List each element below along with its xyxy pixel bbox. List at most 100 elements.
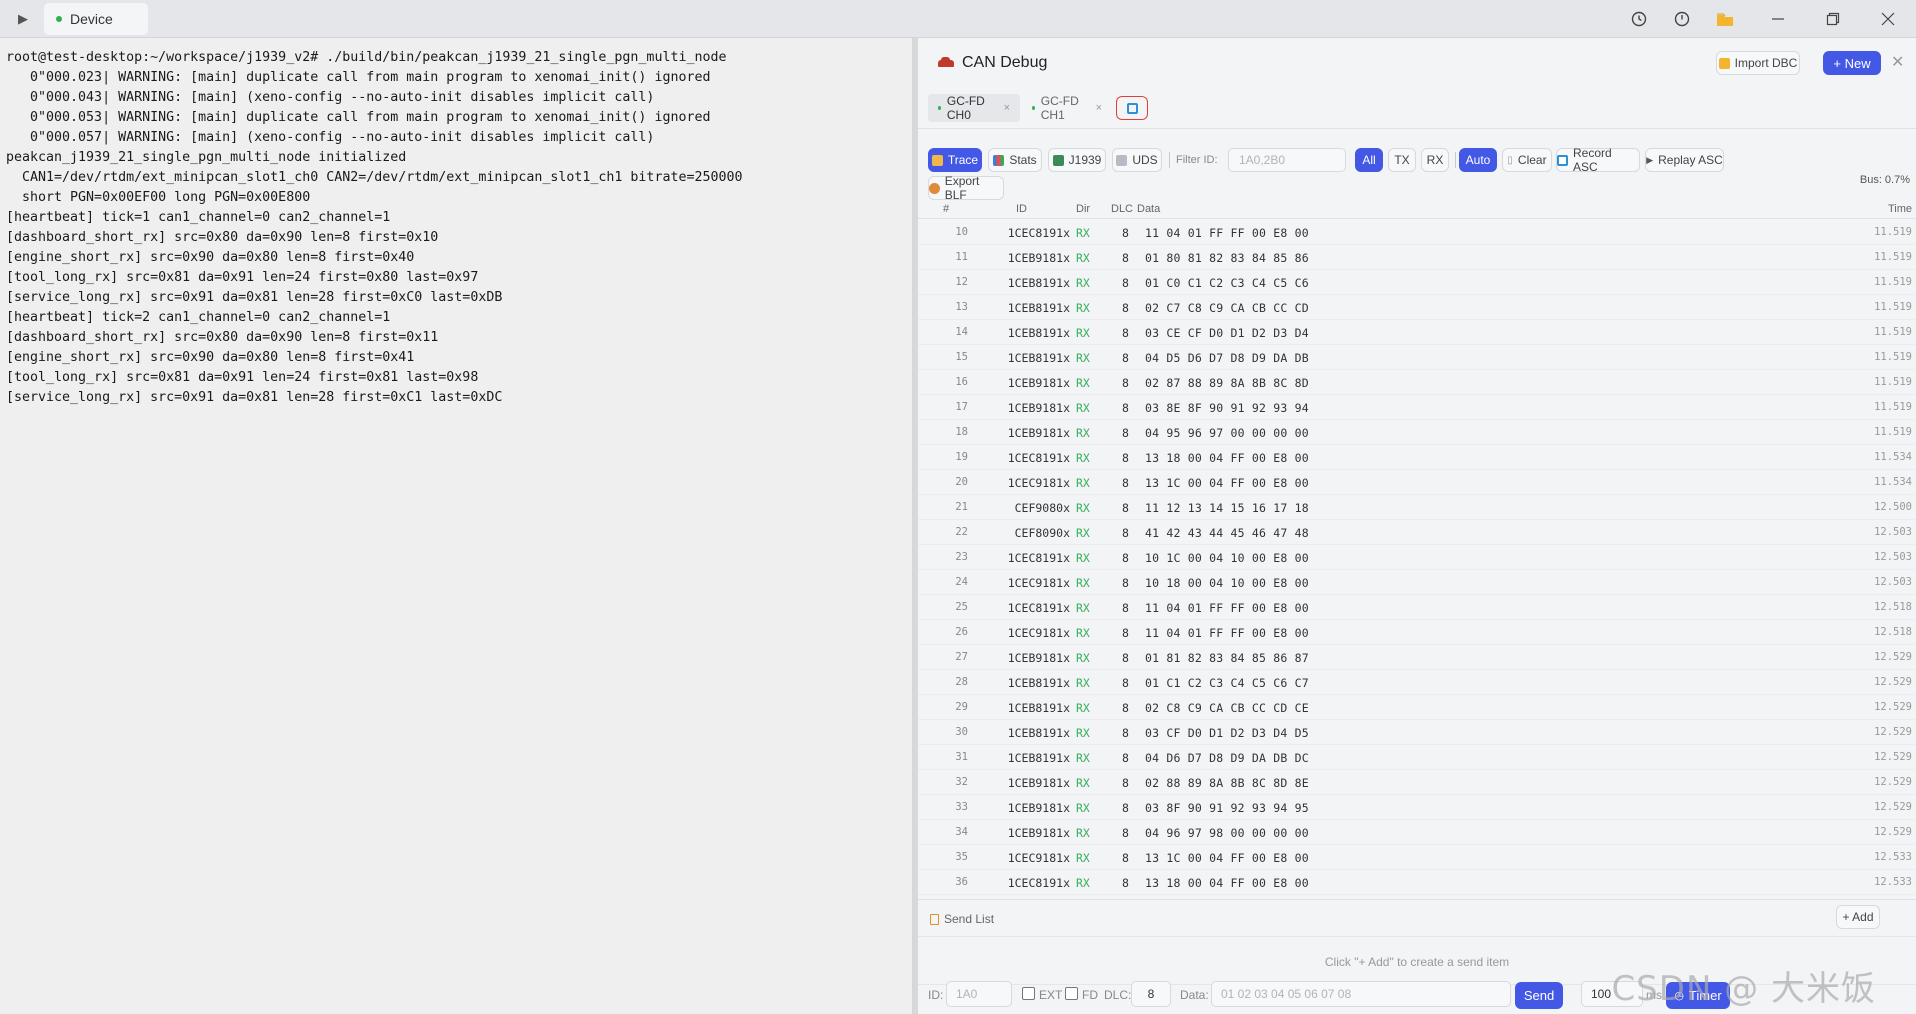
row-data: 01 C0 C1 C2 C3 C4 C5 C6 [1145, 276, 1309, 290]
row-id: 1CEB8191x [1007, 326, 1070, 340]
minimize-icon[interactable] [1767, 8, 1789, 30]
can-debug-panel: CAN Debug Import DBC + New ✕ GC-FD CH0 ×… [918, 38, 1916, 1014]
play-icon[interactable]: ▶ [14, 10, 32, 28]
table-row[interactable]: 19 1CEC8191x RX 8 13 18 00 04 FF 00 E8 00 11.… [918, 445, 1916, 470]
send-id-placeholder: 1A0 [956, 987, 978, 1001]
table-row[interactable]: 17 1CEB9181x RX 8 03 8E 8F 90 91 92 93 94 11.… [918, 395, 1916, 420]
col-id: ID [1016, 203, 1027, 215]
send-button[interactable]: Send [1515, 982, 1563, 1009]
data-label: Data: [1180, 988, 1209, 1002]
export-blf-button[interactable]: Export BLF [928, 174, 1004, 202]
close-tab-icon[interactable]: × [1096, 102, 1102, 114]
table-row[interactable]: 30 1CEB8191x RX 8 03 CF D0 D1 D2 D3 D4 D5 12.… [918, 720, 1916, 745]
send-id-input[interactable]: 1A0 [946, 981, 1012, 1007]
row-direction: RX [1076, 501, 1090, 515]
table-row[interactable]: 16 1CEB9181x RX 8 02 87 88 89 8A 8B 8C 8D 11.… [918, 370, 1916, 395]
clock-icon[interactable] [1671, 8, 1693, 30]
tab-device[interactable]: Device [44, 3, 148, 35]
row-id: 1CEC9181x [1007, 576, 1070, 590]
auto-scroll-button[interactable]: Auto [1459, 148, 1497, 172]
row-dlc: 8 [1122, 526, 1129, 540]
send-label: Send [1523, 988, 1555, 1003]
table-row[interactable]: 13 1CEB8191x RX 8 02 C7 C8 C9 CA CB CC CD 11.… [918, 295, 1916, 320]
close-icon[interactable] [1877, 8, 1899, 30]
row-direction: RX [1076, 526, 1090, 540]
table-row[interactable]: 36 1CEC8191x RX 8 13 18 00 04 FF 00 E8 00 12.… [918, 870, 1916, 895]
table-row[interactable]: 25 1CEC8191x RX 8 11 04 01 FF FF 00 E8 00 12.… [918, 595, 1916, 620]
row-dlc: 8 [1122, 801, 1129, 815]
import-dbc-button[interactable]: Import DBC [1716, 51, 1800, 75]
filter-id-input[interactable]: 1A0,2B0 [1228, 148, 1346, 172]
tab-gc-fd-ch0[interactable]: GC-FD CH0 × [928, 94, 1020, 122]
row-direction: RX [1076, 451, 1090, 465]
trace-label: Trace [947, 153, 979, 167]
table-row[interactable]: 35 1CEC9181x RX 8 13 1C 00 04 FF 00 E8 00 12.… [918, 845, 1916, 870]
row-dlc: 8 [1122, 651, 1129, 665]
new-button[interactable]: + New [1823, 51, 1881, 75]
row-number: 24 [955, 576, 968, 588]
period-value: 100 [1591, 987, 1612, 1001]
table-row[interactable]: 31 1CEB8191x RX 8 04 D6 D7 D8 D9 DA DB DC 12.… [918, 745, 1916, 770]
table-row[interactable]: 14 1CEB8191x RX 8 03 CE CF D0 D1 D2 D3 D4 11.… [918, 320, 1916, 345]
table-row[interactable]: 27 1CEB9181x RX 8 01 81 82 83 84 85 86 87 12.… [918, 645, 1916, 670]
trace-icon [931, 154, 943, 166]
timer-button[interactable]: ◷ Timer [1666, 982, 1730, 1009]
table-row[interactable]: 11 1CEB9181x RX 8 01 80 81 82 83 84 85 86 11.… [918, 245, 1916, 270]
stats-label: Stats [1009, 153, 1037, 167]
table-row[interactable]: 20 1CEC9181x RX 8 13 1C 00 04 FF 00 E8 00 11.… [918, 470, 1916, 495]
j1939-button[interactable]: J1939 [1048, 148, 1106, 172]
data-input[interactable]: 01 02 03 04 05 06 07 08 [1211, 981, 1511, 1007]
row-data: 01 81 82 83 84 85 86 87 [1145, 651, 1309, 665]
row-dlc: 8 [1122, 776, 1129, 790]
fd-checkbox[interactable] [1065, 987, 1078, 1000]
export-blf-label: Export BLF [944, 174, 980, 202]
row-number: 14 [955, 326, 968, 338]
dlc-input[interactable]: 8 [1131, 981, 1171, 1007]
trace-button[interactable]: Trace [928, 148, 982, 172]
terminal-line: 0"000.057| WARNING: [main] (xeno-config … [6, 130, 655, 145]
row-time: 12.529 [1874, 826, 1912, 838]
table-row[interactable]: 15 1CEB8191x RX 8 04 D5 D6 D7 D8 D9 DA DB 11.… [918, 345, 1916, 370]
replay-asc-button[interactable]: ▶ Replay ASC [1645, 148, 1724, 172]
terminal-line: 0"000.043| WARNING: [main] (xeno-config … [6, 90, 655, 105]
table-row[interactable]: 21 CEF9080x RX 8 11 12 13 14 15 16 17 18 12.5… [918, 495, 1916, 520]
trace-table-body[interactable]: 10 1CEC8191x RX 8 11 04 01 FF FF 00 E8 00 11.… [918, 220, 1916, 935]
uds-button[interactable]: UDS [1112, 148, 1162, 172]
row-direction: RX [1076, 276, 1090, 290]
period-input[interactable]: 100 [1581, 981, 1643, 1007]
row-data: 01 C1 C2 C3 C4 C5 C6 C7 [1145, 676, 1309, 690]
record-asc-button[interactable]: Record ASC [1556, 146, 1640, 174]
table-row[interactable]: 23 1CEC8191x RX 8 10 1C 00 04 10 00 E8 00 12.… [918, 545, 1916, 570]
table-row[interactable]: 34 1CEB9181x RX 8 04 96 97 98 00 00 00 00 12.… [918, 820, 1916, 845]
table-row[interactable]: 10 1CEC8191x RX 8 11 04 01 FF FF 00 E8 00 11.… [918, 220, 1916, 245]
table-row[interactable]: 18 1CEB9181x RX 8 04 95 96 97 00 00 00 00 11.… [918, 420, 1916, 445]
row-number: 25 [955, 601, 968, 613]
filter-all-button[interactable]: All [1355, 148, 1383, 172]
close-tab-icon[interactable]: × [1004, 102, 1010, 114]
table-row[interactable]: 12 1CEB8191x RX 8 01 C0 C1 C2 C3 C4 C5 C6 11.… [918, 270, 1916, 295]
table-row[interactable]: 26 1CEC9181x RX 8 11 04 01 FF FF 00 E8 00 12.… [918, 620, 1916, 645]
square-icon [1126, 102, 1138, 114]
terminal-output[interactable]: root@test-desktop:~/workspace/j1939_v2# … [0, 38, 913, 1014]
add-channel-button[interactable] [1116, 96, 1148, 120]
history-icon[interactable] [1628, 8, 1650, 30]
add-send-item-button[interactable]: + Add [1836, 905, 1880, 929]
folder-icon[interactable] [1714, 8, 1736, 30]
filter-rx-button[interactable]: RX [1421, 148, 1449, 172]
table-row[interactable]: 22 CEF8090x RX 8 41 42 43 44 45 46 47 48 12.5… [918, 520, 1916, 545]
tab-gc-fd-ch1[interactable]: GC-FD CH1 × [1022, 94, 1112, 122]
stats-button[interactable]: Stats [988, 148, 1042, 172]
send-list-empty-hint: Click "+ Add" to create a send item [1324, 955, 1510, 969]
ext-checkbox[interactable] [1022, 987, 1035, 1000]
table-row[interactable]: 32 1CEB9181x RX 8 02 88 89 8A 8B 8C 8D 8E 12.… [918, 770, 1916, 795]
status-dot [1032, 106, 1035, 110]
clear-button[interactable]: ▯ Clear [1502, 148, 1552, 172]
close-panel-icon[interactable]: ✕ [1891, 52, 1904, 72]
restore-icon[interactable] [1822, 8, 1844, 30]
table-row[interactable]: 24 1CEC9181x RX 8 10 18 00 04 10 00 E8 00 12.… [918, 570, 1916, 595]
filter-tx-button[interactable]: TX [1388, 148, 1416, 172]
add-label: + Add [1842, 910, 1874, 924]
table-row[interactable]: 29 1CEB8191x RX 8 02 C8 C9 CA CB CC CD CE 12.… [918, 695, 1916, 720]
table-row[interactable]: 33 1CEB9181x RX 8 03 8F 90 91 92 93 94 95 12.… [918, 795, 1916, 820]
table-row[interactable]: 28 1CEB8191x RX 8 01 C1 C2 C3 C4 C5 C6 C7 12.… [918, 670, 1916, 695]
